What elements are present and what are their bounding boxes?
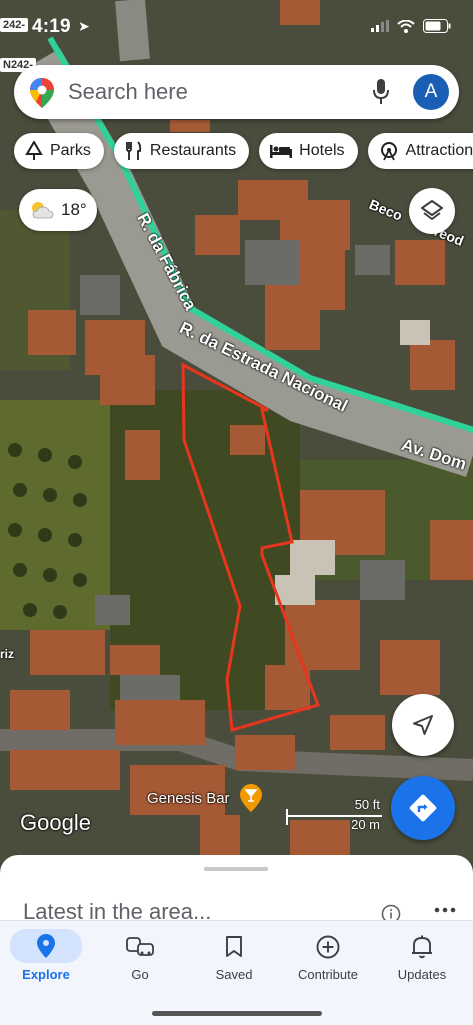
nav-saved[interactable]: Saved [188,929,280,985]
wifi-icon [397,19,415,33]
bottom-sheet[interactable]: Latest in the area... [0,855,473,925]
car-icon [126,937,154,956]
nav-explore[interactable]: Explore [0,929,92,985]
scale-tick [286,809,288,825]
search-input[interactable]: Search here [68,79,188,105]
nav-saved-label: Saved [215,967,253,982]
status-icons [371,19,451,33]
nav-explore-label: Explore [22,967,70,982]
sheet-drag-handle[interactable] [204,867,268,871]
chip-parks[interactable]: Parks [14,133,104,169]
weather-temp: 18° [61,200,87,219]
status-time: 4:19 [32,16,71,37]
bookmark-icon [226,936,242,957]
street-label-riz: riz [0,647,15,661]
chip-attractions[interactable]: Attractions [367,133,473,169]
partly-cloudy-icon [32,202,54,219]
chip-attractions-label: Attractions [405,142,473,159]
weather-chip[interactable]: 18° [19,189,97,231]
scale-feet: 50 ft [354,797,380,812]
nav-contribute[interactable]: Contribute [282,929,374,985]
layers-button[interactable] [409,188,455,234]
chip-parks-label: Parks [50,142,91,159]
directions-icon [409,794,437,822]
plus-circle-icon [316,935,340,959]
my-location-button[interactable] [392,694,454,756]
bottom-navigation: Explore Go Saved Contribute Updates [0,920,473,1025]
map-scale: 50 ft 20 m [286,797,382,832]
search-bar[interactable]: Search here A [14,65,459,119]
battery-icon [423,19,451,33]
nav-updates[interactable]: Updates [376,929,468,985]
directions-button[interactable] [391,776,455,840]
status-bar: 242- 4:19 ➤ [0,0,473,48]
ferris-wheel-icon [380,142,397,161]
google-attribution: Google [20,810,91,835]
bed-icon [270,145,293,158]
fork-knife-icon [126,141,142,160]
home-indicator [152,1011,322,1016]
nav-contribute-label: Contribute [298,967,358,982]
more-options-icon[interactable] [434,907,456,913]
location-pin-icon [37,934,55,958]
microphone-icon[interactable] [373,79,389,105]
chip-restaurants[interactable]: Restaurants [113,133,250,169]
google-maps-pin-icon [30,78,54,108]
bar-pin-icon[interactable] [240,784,262,812]
signal-icon [371,20,389,32]
chip-hotels-label: Hotels [299,142,345,159]
account-avatar[interactable]: A [413,74,449,110]
nav-go[interactable]: Go [94,929,186,985]
tree-icon [25,141,43,160]
chip-hotels[interactable]: Hotels [259,133,358,169]
layers-icon [421,200,443,220]
nav-go-label: Go [131,967,149,982]
chip-restaurants-label: Restaurants [149,142,237,159]
scale-meters: 20 m [351,817,380,832]
nav-updates-label: Updates [397,967,447,982]
category-chips: Parks Restaurants Hotels Attractions [14,133,473,169]
location-arrow-icon: ➤ [78,18,90,34]
road-tag-top: 242- [0,18,29,32]
bell-icon [412,935,432,959]
navigation-arrow-icon [413,715,433,735]
poi-genesis-bar[interactable]: Genesis Bar [147,790,230,807]
